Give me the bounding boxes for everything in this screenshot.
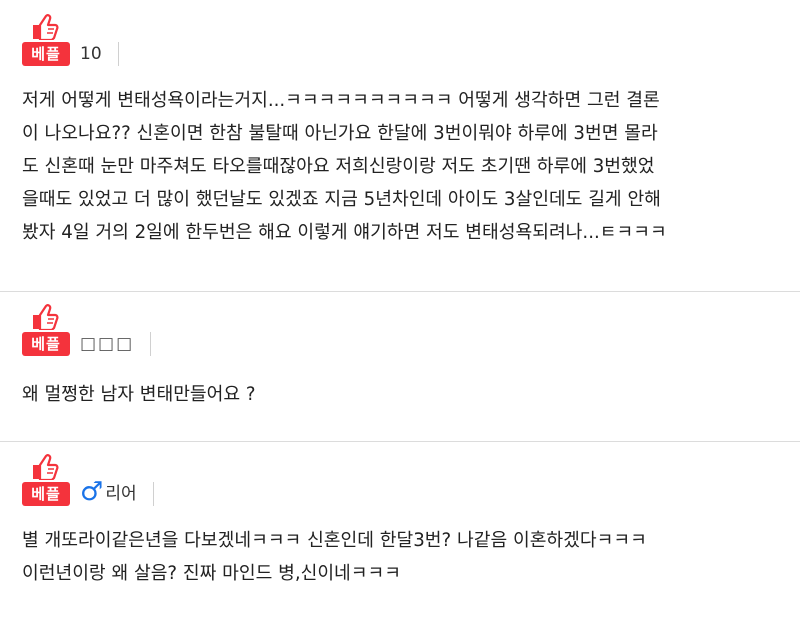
comment-text: 왜 멀쩡한 남자 변태만들어요 ? — [22, 384, 256, 405]
comment-header: 베플 □□□ — [22, 304, 152, 356]
comment-nickname[interactable]: 10 — [80, 44, 102, 64]
header-divider — [152, 482, 154, 506]
comment-author[interactable]: ♂ 리어 — [80, 476, 137, 507]
best-comment-badge: 베플 — [22, 454, 70, 506]
comment-header: 베플 10 — [22, 14, 119, 66]
header-divider — [150, 332, 152, 356]
best-badge-label: 베플 — [22, 42, 70, 66]
best-comment-badge: 베플 — [22, 304, 70, 356]
best-badge-label: 베플 — [22, 332, 70, 356]
comment-nickname[interactable]: □□□ — [80, 334, 134, 354]
comment-header: 베플 ♂ 리어 — [22, 454, 154, 506]
best-comment-badge: 베플 — [22, 14, 70, 66]
thumbs-up-icon — [33, 304, 59, 330]
thumbs-up-icon — [33, 14, 59, 40]
comment-item: 베플 ♂ 리어 별 개또라이같은년을 다보겠네ㅋㅋㅋ 신혼인데 한달3번? 나같… — [0, 442, 800, 620]
comment-item: 베플 □□□ 왜 멀쩡한 남자 변태만들어요 ? — [0, 292, 800, 442]
header-divider — [117, 42, 119, 66]
comment-text: 별 개또라이같은년을 다보겠네ㅋㅋㅋ 신혼인데 한달3번? 나같음 이혼하겠다ㅋ… — [22, 530, 647, 584]
comment-item: 베플 10 저게 어떻게 변태성욕이라는거지...ㅋㅋㅋㅋㅋㅋㅋㅋㅋㅋ 어떻게 … — [0, 0, 800, 292]
male-icon: ♂ — [80, 476, 104, 507]
best-badge-label: 베플 — [22, 482, 70, 506]
thumbs-up-icon — [33, 454, 59, 480]
comment-nickname[interactable]: 리어 — [105, 479, 136, 504]
comment-text: 저게 어떻게 변태성욕이라는거지...ㅋㅋㅋㅋㅋㅋㅋㅋㅋㅋ 어떻게 생각하면 그… — [22, 90, 667, 243]
